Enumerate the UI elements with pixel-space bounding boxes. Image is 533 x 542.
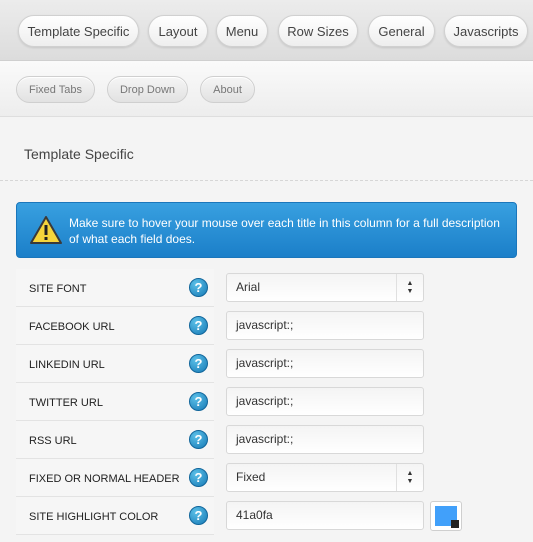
setting-label: FIXED OR NORMAL HEADER: [29, 473, 180, 485]
tab-menu[interactable]: Menu: [216, 15, 268, 47]
tab-javascripts[interactable]: Javascripts: [444, 15, 528, 47]
sub-tab-bar: Fixed Tabs Drop Down About: [0, 61, 533, 117]
tab-general[interactable]: General: [368, 15, 435, 47]
setting-label: SITE FONT: [29, 283, 87, 295]
help-icon[interactable]: ?: [189, 316, 208, 335]
color-picker-corner-icon: [451, 520, 459, 528]
help-icon[interactable]: ?: [189, 354, 208, 373]
section-title: Template Specific: [24, 146, 134, 162]
setting-row-twitter-url: TWITTER URL ? javascript:;: [16, 383, 517, 421]
twitter-url-input[interactable]: javascript:;: [226, 387, 424, 416]
setting-label: FACEBOOK URL: [29, 321, 115, 333]
setting-row-highlight-color: SITE HIGHLIGHT COLOR ? 41a0fa: [16, 497, 517, 535]
setting-row-linkedin-url: LINKEDIN URL ? javascript:;: [16, 345, 517, 383]
subtab-fixed-tabs[interactable]: Fixed Tabs: [16, 76, 95, 103]
setting-label: LINKEDIN URL: [29, 359, 105, 371]
linkedin-url-input[interactable]: javascript:;: [226, 349, 424, 378]
help-icon[interactable]: ?: [189, 278, 208, 297]
setting-label: TWITTER URL: [29, 397, 103, 409]
setting-label: SITE HIGHLIGHT COLOR: [29, 511, 159, 523]
highlight-color-input[interactable]: 41a0fa: [226, 501, 424, 530]
help-icon[interactable]: ?: [189, 506, 208, 525]
setting-label: RSS URL: [29, 435, 77, 447]
facebook-url-input[interactable]: javascript:;: [226, 311, 424, 340]
subtab-about[interactable]: About: [200, 76, 255, 103]
subtab-drop-down[interactable]: Drop Down: [107, 76, 188, 103]
header-mode-select[interactable]: Fixed ▲ ▼: [226, 463, 424, 492]
setting-row-header-mode: FIXED OR NORMAL HEADER ? Fixed ▲ ▼: [16, 459, 517, 497]
select-value: Fixed: [236, 470, 266, 484]
main-tab-bar: Template Specific Layout Menu Row Sizes …: [0, 0, 533, 61]
select-arrows-icon: ▲ ▼: [396, 464, 423, 491]
help-icon[interactable]: ?: [189, 468, 208, 487]
setting-row-rss-url: RSS URL ? javascript:;: [16, 421, 517, 459]
select-arrows-icon: ▲ ▼: [396, 274, 423, 301]
color-picker-swatch[interactable]: [430, 501, 462, 531]
tab-layout[interactable]: Layout: [148, 15, 208, 47]
help-icon[interactable]: ?: [189, 430, 208, 449]
info-alert: Make sure to hover your mouse over each …: [16, 202, 517, 258]
section-divider: [0, 180, 533, 181]
help-icon[interactable]: ?: [189, 392, 208, 411]
alert-message: Make sure to hover your mouse over each …: [69, 216, 500, 246]
warning-icon: [30, 216, 62, 244]
select-value: Arial: [236, 280, 261, 294]
tab-template-specific[interactable]: Template Specific: [18, 15, 139, 47]
rss-url-input[interactable]: javascript:;: [226, 425, 424, 454]
setting-row-facebook-url: FACEBOOK URL ? javascript:;: [16, 307, 517, 345]
tab-row-sizes[interactable]: Row Sizes: [278, 15, 358, 47]
site-font-select[interactable]: Arial ▲ ▼: [226, 273, 424, 302]
setting-row-site-font: SITE FONT ? Arial ▲ ▼: [16, 269, 517, 307]
